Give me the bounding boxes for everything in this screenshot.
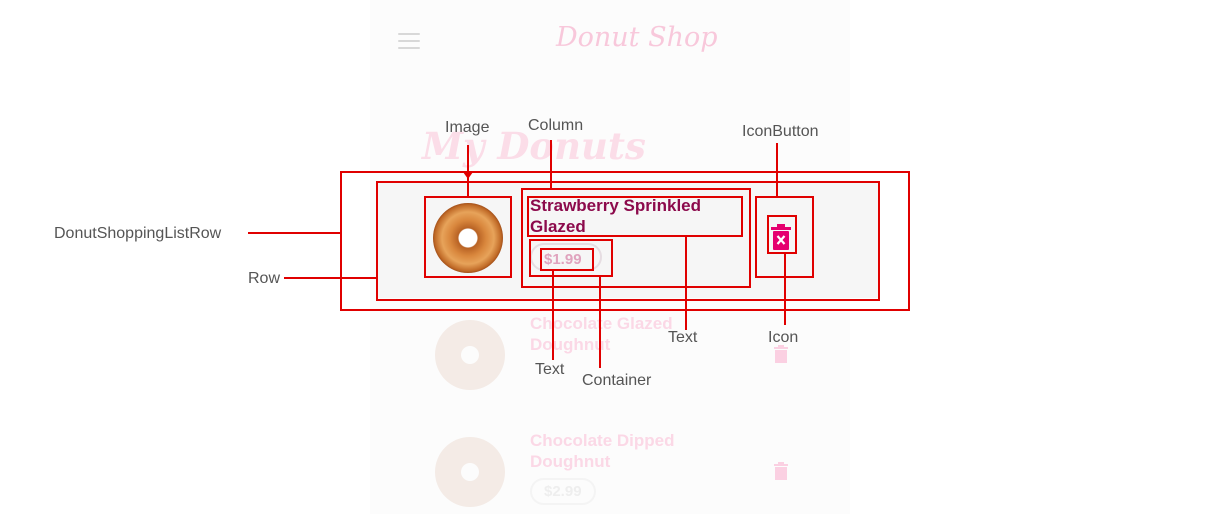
label-row: Row bbox=[248, 270, 281, 287]
label-text-price: Text bbox=[535, 361, 565, 378]
label-icon: Icon bbox=[768, 329, 799, 346]
label-image: Image bbox=[445, 119, 490, 136]
label-column: Column bbox=[528, 117, 584, 134]
annotation-lines bbox=[248, 140, 786, 368]
label-text-name: Text bbox=[668, 329, 698, 346]
label-donut-shopping-list-row: DonutShoppingListRow bbox=[54, 225, 222, 242]
label-icon-button: IconButton bbox=[742, 123, 819, 140]
label-container: Container bbox=[582, 372, 652, 389]
